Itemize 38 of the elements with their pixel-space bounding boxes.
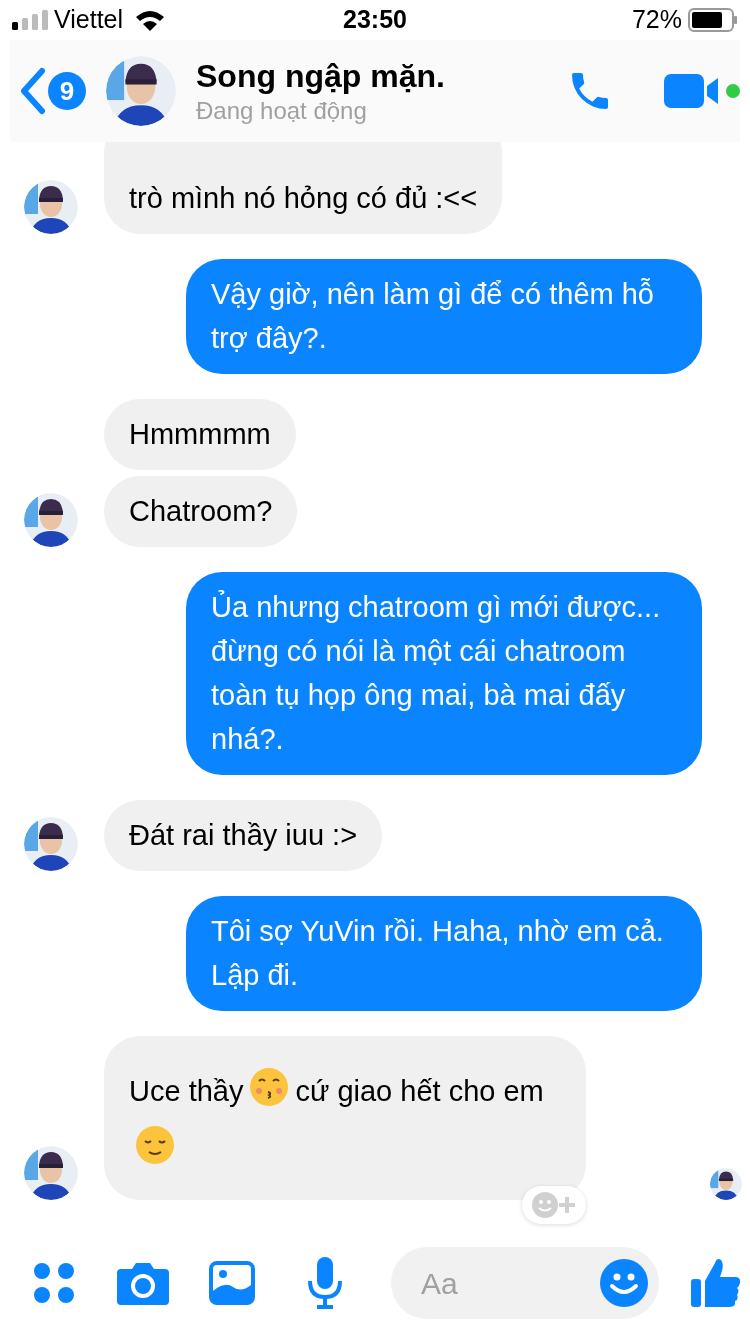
smiley-icon	[599, 1258, 649, 1308]
message-text: Hmmmmm	[129, 417, 271, 452]
kissing-face-icon	[249, 1067, 290, 1107]
carrier-name: Viettel	[54, 4, 124, 36]
like-button[interactable]	[691, 1257, 741, 1309]
battery-icon	[688, 8, 738, 32]
battery-percent: 72%	[631, 4, 682, 36]
message-text: Ủa nhưng chatroom gì mới được... đừng có nói là một cái chatroom toàn tụ họp ông mai, bà mai đấy nhá?.	[211, 589, 662, 757]
clock-time: 23:50	[342, 4, 408, 36]
wifi-icon	[135, 9, 166, 31]
microphone-icon	[307, 1257, 343, 1309]
back-icon	[20, 67, 46, 115]
video-call-button[interactable]	[664, 72, 720, 110]
voice-button[interactable]	[307, 1257, 343, 1309]
contact-name: Song ngập mặn.	[196, 57, 445, 96]
message-text: Vậy giờ, nên làm gì để có thêm hỗ trợ đây?.	[211, 277, 655, 356]
message-text: trò mình nó hỏng có đủ :<<	[129, 181, 478, 216]
thumbs-up-icon	[691, 1257, 741, 1309]
gallery-button[interactable]	[209, 1261, 255, 1305]
message-text: Tôi sợ YuVin rồi. Haha, nhờ em cả. Lập đi.	[211, 914, 665, 993]
grid-dots-icon	[33, 1262, 75, 1304]
image-icon	[209, 1261, 255, 1305]
message-input[interactable]: Aa	[421, 1260, 571, 1306]
video-camera-icon	[664, 72, 720, 110]
message-text: Chatroom?	[129, 494, 273, 529]
more-button[interactable]	[33, 1262, 75, 1304]
smiling-face-icon	[135, 1125, 175, 1165]
active-status: Đang hoạt động	[196, 96, 368, 126]
message-field[interactable]: Aa	[391, 1247, 659, 1319]
add-reaction-icon	[531, 1191, 577, 1219]
unread-badge: 9	[48, 72, 86, 110]
message-text: Uce thầy cứ giao hết cho em	[129, 1062, 561, 1178]
emoji-button[interactable]	[599, 1258, 649, 1308]
message-text: Đát rai thầy iuu :>	[129, 818, 358, 853]
back-button[interactable]: 9	[20, 67, 86, 115]
camera-icon	[117, 1261, 169, 1305]
signal-icon	[12, 10, 48, 30]
camera-button[interactable]	[117, 1261, 169, 1305]
